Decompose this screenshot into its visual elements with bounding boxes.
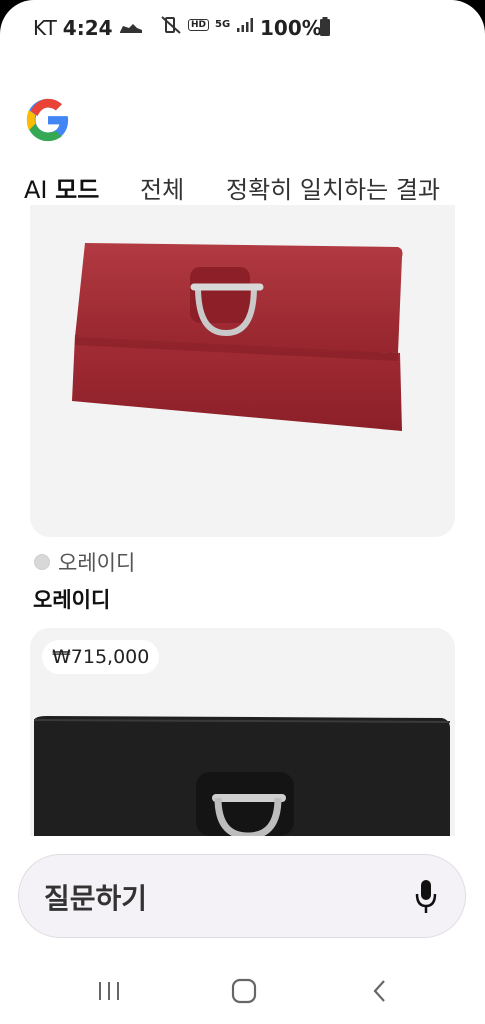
- status-bar: KT 4:24 HD 5G 100%: [0, 0, 485, 56]
- mute-vibrate-icon: [161, 16, 181, 34]
- clock: 4:24: [62, 16, 113, 40]
- tab-ai-mode[interactable]: AI 모드: [24, 170, 99, 205]
- result-source[interactable]: 오레이디: [34, 547, 135, 577]
- battery-percent: 100%: [260, 16, 322, 40]
- 5g-icon: 5G: [215, 19, 231, 30]
- result-image-card[interactable]: ₩715,000: [30, 628, 455, 836]
- hd-icon: HD: [188, 19, 210, 31]
- tab-exact-match[interactable]: 정확히 일치하는 결과: [226, 170, 440, 205]
- google-g-icon[interactable]: [25, 97, 71, 143]
- carrier-label: KT: [33, 16, 57, 40]
- result-image-card[interactable]: [30, 205, 455, 537]
- microphone-icon[interactable]: [415, 879, 437, 915]
- ask-input[interactable]: 질문하기: [18, 854, 466, 938]
- back-icon[interactable]: [360, 974, 400, 1008]
- system-navigation-bar: [0, 960, 485, 1024]
- battery-icon: [320, 17, 330, 36]
- globe-icon: [34, 554, 50, 570]
- home-icon[interactable]: [224, 974, 264, 1008]
- shoe-icon: [119, 24, 142, 33]
- screen: KT 4:24 HD 5G 100% AI 모드 전체 정확히 일치하는 결과 …: [0, 0, 485, 1024]
- tab-all[interactable]: 전체: [140, 170, 184, 205]
- price-badge: ₩715,000: [42, 640, 160, 674]
- recents-icon[interactable]: [89, 974, 129, 1008]
- red-leather-wallet-image: [30, 205, 455, 537]
- result-title[interactable]: 오레이디: [33, 584, 110, 614]
- signal-icon: [237, 18, 254, 32]
- ask-placeholder: 질문하기: [44, 882, 148, 915]
